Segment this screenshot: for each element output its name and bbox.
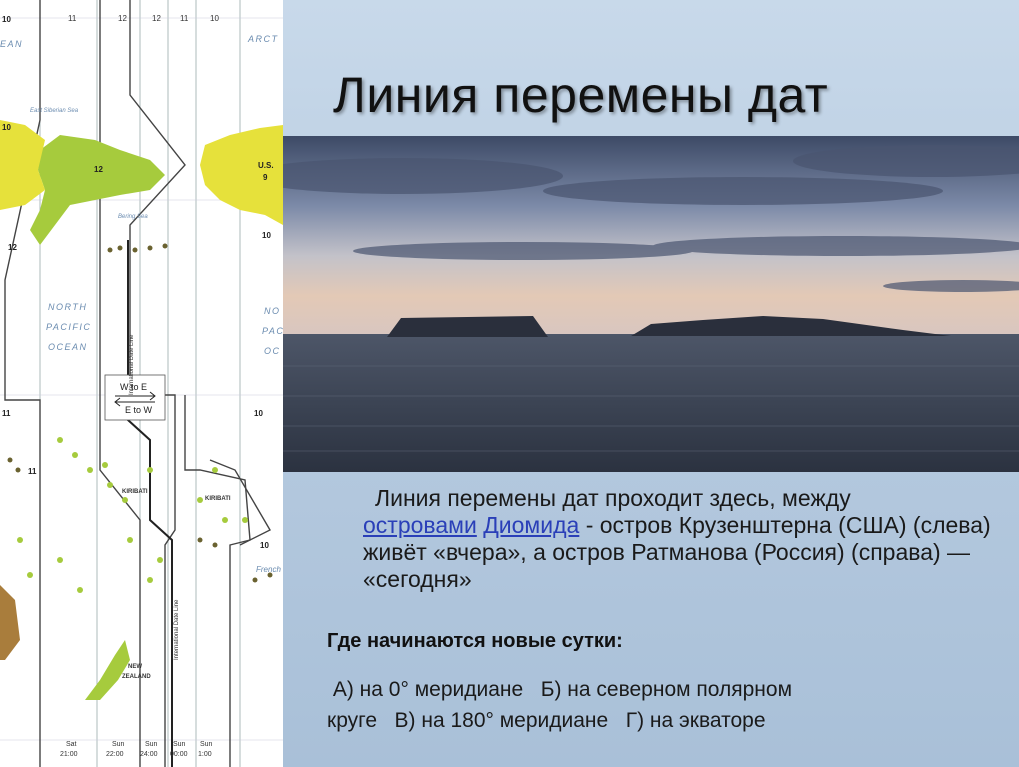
map-ocean-label: NO: [264, 306, 281, 316]
map-sea-label: East Siberian Sea: [30, 108, 79, 114]
map-french-label: French: [256, 565, 281, 574]
map-ocean-label: PAC: [262, 326, 283, 336]
map-bottom-day: Sun: [200, 741, 213, 748]
map-zone-number: 10: [254, 409, 263, 418]
quiz-answers: А) на 0° меридиане Б) на северном полярн…: [327, 674, 967, 736]
map-kiribati-label: KIRIBATI: [122, 489, 148, 495]
map-kiribati-label: KIRIBATI: [205, 496, 231, 502]
map-bottom-time: 21:00: [60, 751, 78, 758]
photo-caption: Линия перемены дат проходит здесь, между…: [363, 485, 1003, 593]
answer-c[interactable]: В) на 180° меридиане: [395, 709, 609, 732]
map-bottom-time: 24:00: [140, 751, 158, 758]
map-zone-number: 10: [260, 541, 269, 550]
map-bottom-day: Sat: [66, 741, 77, 748]
map-top-label: 11: [68, 14, 77, 23]
map-bottom-time: 22:00: [106, 751, 124, 758]
map-bottom-day: Sun: [145, 741, 158, 748]
map-ocean-label: OC: [264, 346, 281, 356]
map-zone-number: 12: [8, 243, 17, 252]
map-graphic: 11 12 12 11 10 EAN ARCT NORTH PACIFIC OC…: [0, 0, 283, 767]
map-us-number: 9: [263, 173, 268, 182]
map-ocean-label: EAN: [0, 39, 23, 49]
map-ocean-label: PACIFIC: [46, 322, 91, 332]
map-us-label: U.S.: [258, 161, 274, 170]
map-zone-number: 11: [2, 409, 11, 418]
slide-title: Линия перемены дат: [333, 67, 829, 123]
map-bottom-time: 00:00: [170, 751, 188, 758]
diomede-islands-photo: [283, 136, 1019, 472]
map-nz-label: ZEALAND: [122, 674, 151, 680]
map-bottom-time: 1:00: [198, 751, 212, 758]
map-e-to-w: E to W: [125, 405, 153, 415]
answer-a[interactable]: А) на 0° меридиане: [333, 678, 523, 701]
date-line-map: 11 12 12 11 10 EAN ARCT NORTH PACIFIC OC…: [0, 0, 283, 767]
map-nz-label: NEW: [128, 664, 142, 670]
map-zone-number: 10: [262, 231, 271, 240]
map-ocean-label: NORTH: [48, 302, 87, 312]
map-top-label: 10: [210, 14, 219, 23]
map-zone-number: 10: [2, 15, 11, 24]
map-arctic-label: ARCT: [247, 34, 279, 44]
map-idl-label: International Date Line: [174, 599, 180, 660]
answer-b-cont[interactable]: круге: [327, 709, 377, 732]
map-zone-number: 11: [28, 467, 37, 476]
map-top-label: 12: [118, 14, 127, 23]
answer-b[interactable]: Б) на северном полярном: [541, 678, 792, 701]
answer-d[interactable]: Г) на экваторе: [626, 709, 766, 732]
quiz-question: Где начинаются новые сутки:: [327, 630, 623, 652]
map-bottom-day: Sun: [112, 741, 125, 748]
diomede-link[interactable]: Диомида: [483, 512, 579, 538]
caption-line1: Линия перемены дат проходит здесь, между: [375, 485, 851, 511]
map-ocean-label: OCEAN: [48, 342, 88, 352]
map-top-label: 11: [180, 14, 189, 23]
map-bottom-day: Sun: [173, 741, 186, 748]
map-idl-label: International Date Line: [129, 334, 135, 395]
map-sea-label: Bering Sea: [118, 214, 148, 220]
islands-link[interactable]: островами: [363, 512, 477, 538]
map-top-label: 12: [152, 14, 161, 23]
map-russia-number: 12: [94, 165, 103, 174]
photo-graphic: [283, 136, 1019, 472]
map-zone-number: 10: [2, 123, 11, 132]
